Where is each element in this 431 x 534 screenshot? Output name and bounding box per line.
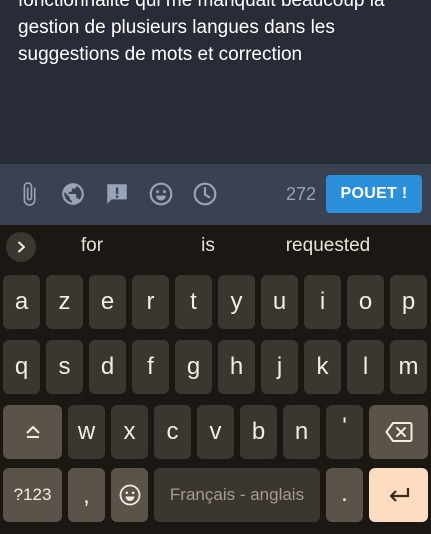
period-key[interactable]: .: [326, 468, 363, 522]
key-r[interactable]: r: [132, 275, 169, 329]
key-s[interactable]: s: [46, 340, 83, 394]
space-bar[interactable]: Français - anglais: [154, 468, 320, 522]
key-x[interactable]: x: [111, 405, 148, 459]
content-warning-icon[interactable]: [104, 181, 130, 207]
character-counter: 272: [285, 184, 316, 204]
key-e[interactable]: e: [89, 275, 126, 329]
key-p[interactable]: p: [390, 275, 427, 329]
symbols-key[interactable]: ?123: [3, 468, 62, 522]
paperclip-icon[interactable]: [16, 181, 42, 207]
key-b[interactable]: b: [240, 405, 277, 459]
key-apostrophe[interactable]: ': [326, 405, 363, 459]
expand-suggestions-button[interactable]: [6, 232, 36, 262]
key-j[interactable]: j: [261, 340, 298, 394]
compose-text[interactable]: fonctionnalité qui me manquait beaucoup …: [18, 0, 418, 68]
emoji-icon: [119, 484, 140, 506]
key-y[interactable]: y: [218, 275, 255, 329]
suggestion-item[interactable]: for: [52, 235, 132, 257]
key-v[interactable]: v: [197, 405, 234, 459]
backspace-key[interactable]: [369, 405, 428, 459]
key-w[interactable]: w: [68, 405, 105, 459]
emoji-icon[interactable]: [148, 181, 174, 207]
key-f[interactable]: f: [132, 340, 169, 394]
emoji-key[interactable]: [111, 468, 148, 522]
shift-key[interactable]: [3, 405, 62, 459]
key-i[interactable]: i: [304, 275, 341, 329]
globe-icon[interactable]: [60, 181, 86, 207]
compose-area[interactable]: fonctionnalité qui me manquait beaucoup …: [0, 0, 431, 164]
enter-icon: [389, 488, 409, 502]
key-c[interactable]: c: [154, 405, 191, 459]
backspace-icon: [385, 422, 412, 442]
key-n[interactable]: n: [283, 405, 320, 459]
key-t[interactable]: t: [175, 275, 212, 329]
key-u[interactable]: u: [261, 275, 298, 329]
toot-button[interactable]: POUET !: [326, 175, 422, 213]
key-h[interactable]: h: [218, 340, 255, 394]
enter-key[interactable]: [369, 468, 428, 522]
key-z[interactable]: z: [46, 275, 83, 329]
clock-icon[interactable]: [192, 181, 218, 207]
compose-toolbar: 272 POUET !: [0, 164, 431, 225]
key-g[interactable]: g: [175, 340, 212, 394]
suggestion-item[interactable]: is: [168, 235, 248, 257]
chevron-right-icon: [18, 241, 25, 253]
key-l[interactable]: l: [347, 340, 384, 394]
key-a[interactable]: a: [3, 275, 40, 329]
key-k[interactable]: k: [304, 340, 341, 394]
shift-icon: [25, 426, 40, 438]
key-q[interactable]: q: [3, 340, 40, 394]
suggestion-strip: for is requested: [0, 225, 431, 267]
comma-key[interactable]: ,: [68, 468, 105, 522]
key-m[interactable]: m: [390, 340, 427, 394]
key-d[interactable]: d: [89, 340, 126, 394]
key-o[interactable]: o: [347, 275, 384, 329]
suggestion-item[interactable]: requested: [268, 235, 388, 257]
